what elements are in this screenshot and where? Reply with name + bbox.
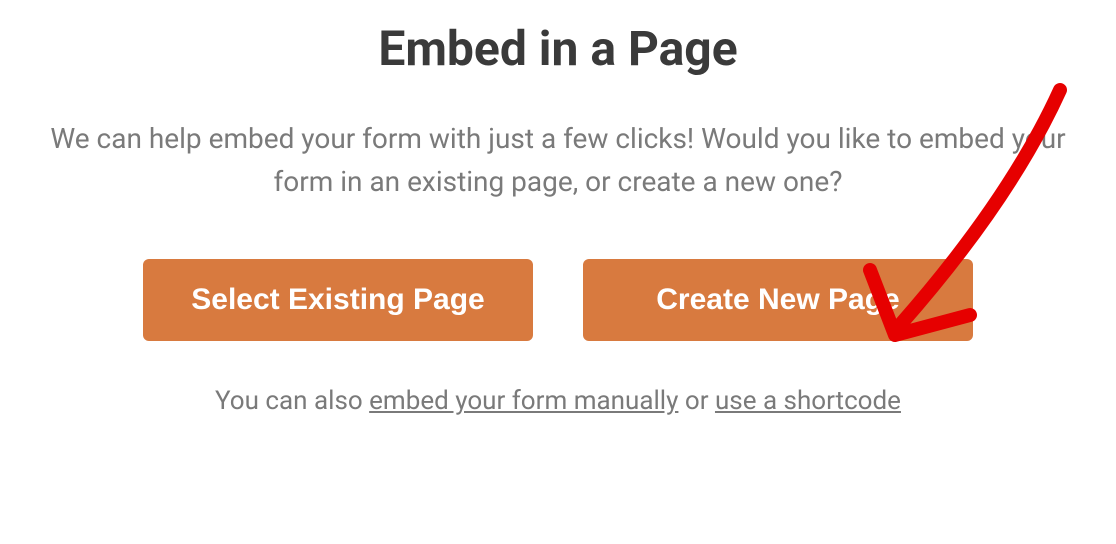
create-new-page-button[interactable]: Create New Page	[583, 259, 973, 341]
footer-prefix: You can also	[215, 386, 369, 416]
embed-description: We can help embed your form with just a …	[28, 117, 1088, 204]
button-row: Select Existing Page Create New Page	[143, 259, 973, 341]
embed-manually-link[interactable]: embed your form manually	[369, 386, 678, 416]
embed-heading: Embed in a Page	[378, 20, 737, 77]
select-existing-page-button[interactable]: Select Existing Page	[143, 259, 533, 341]
footer-text: You can also embed your form manually or…	[215, 386, 901, 416]
use-shortcode-link[interactable]: use a shortcode	[715, 386, 901, 416]
footer-middle: or	[678, 386, 715, 416]
